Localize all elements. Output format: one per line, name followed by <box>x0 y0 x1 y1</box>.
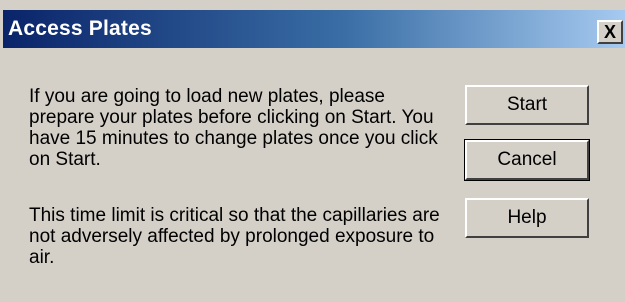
title-bar: Access Plates X <box>3 10 625 48</box>
access-plates-dialog: Access Plates X If you are going to load… <box>0 0 625 302</box>
message-paragraph-1: If you are going to load new plates, ple… <box>29 86 438 170</box>
window-title: Access Plates <box>8 17 152 40</box>
close-icon: X <box>603 22 616 42</box>
start-button[interactable]: Start <box>465 85 589 125</box>
close-button[interactable]: X <box>597 20 623 44</box>
cancel-button[interactable]: Cancel <box>464 139 590 181</box>
message-paragraph-2: This time limit is critical so that the … <box>29 205 440 268</box>
help-button[interactable]: Help <box>465 198 589 238</box>
